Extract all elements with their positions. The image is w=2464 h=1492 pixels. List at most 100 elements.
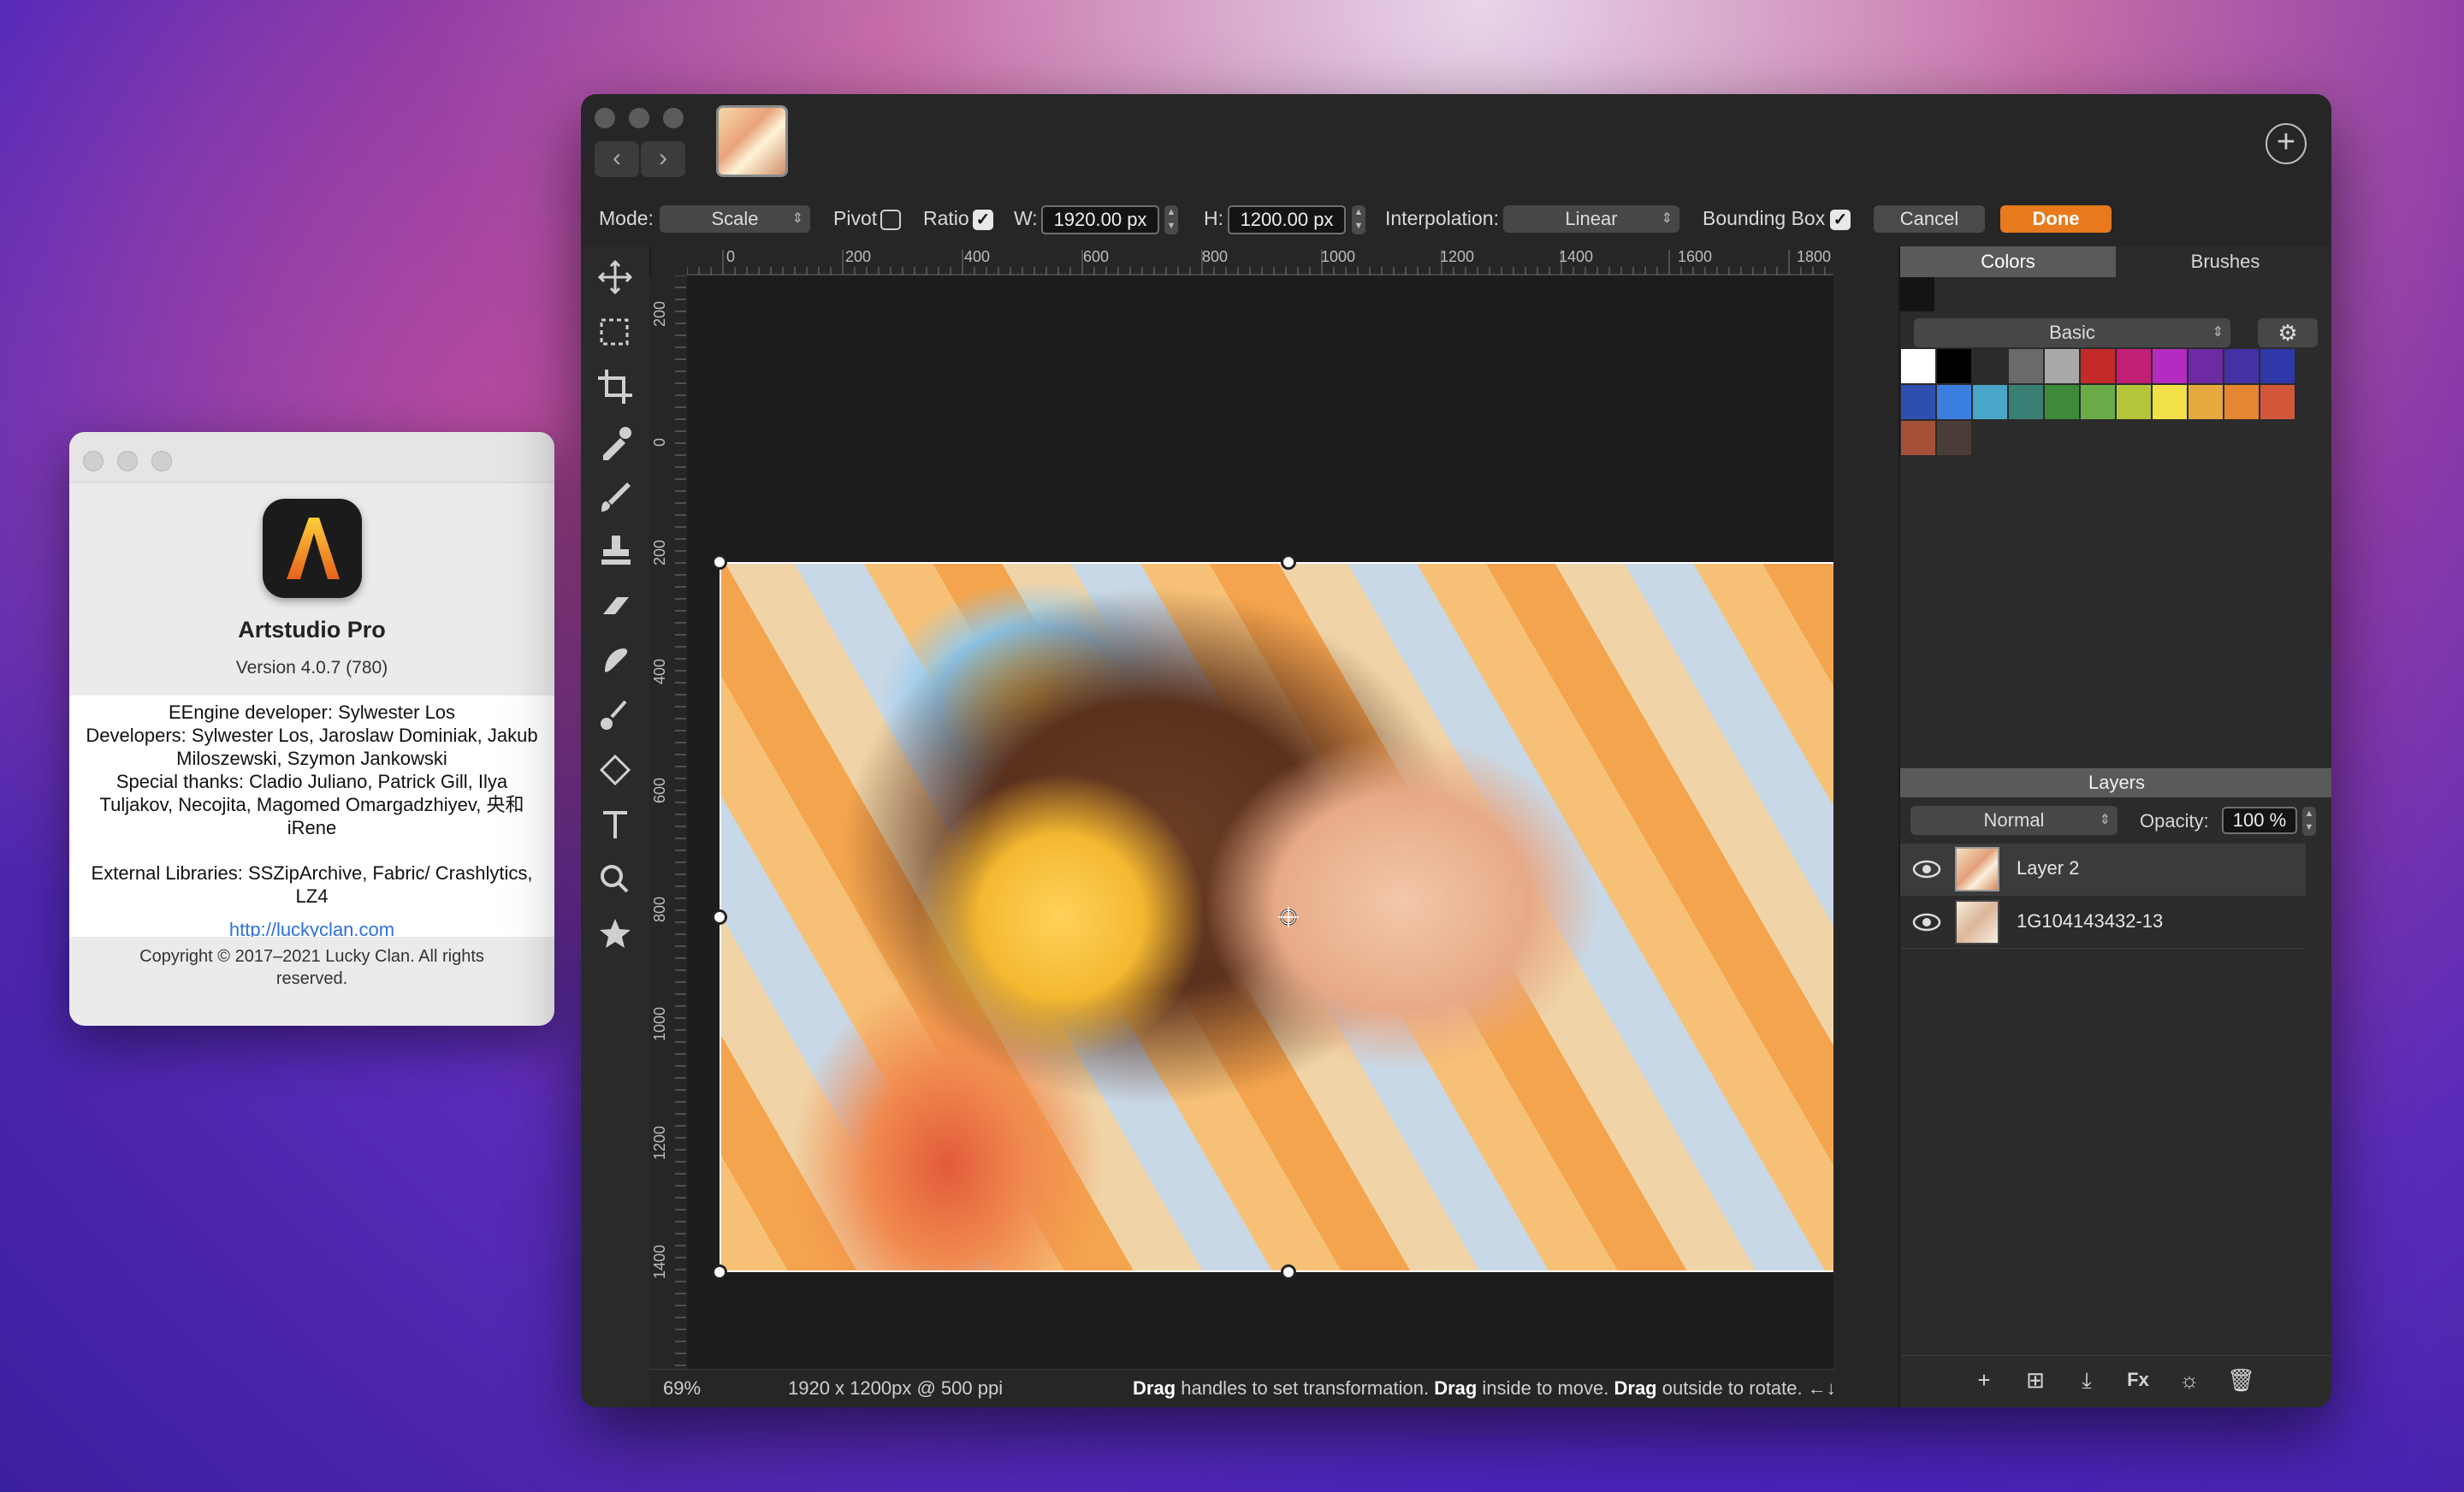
fx-icon[interactable]: Fx <box>2124 1366 2152 1394</box>
tab-brushes[interactable]: Brushes <box>2118 246 2331 277</box>
color-swatch[interactable] <box>1973 385 2007 419</box>
canvas-area[interactable] <box>687 275 1833 1369</box>
height-field[interactable]: 1200.00 px <box>1228 205 1346 234</box>
add-layer-icon[interactable]: + <box>1970 1366 1998 1394</box>
cancel-button[interactable]: Cancel <box>1874 205 1985 233</box>
right-panel: Colors Brushes Basic ⇕ ⚙ Layers Normal ⇕ O… <box>1898 246 2331 1407</box>
bounding-box-checkbox[interactable]: ✓ <box>1830 210 1851 230</box>
color-swatch[interactable] <box>2081 349 2115 383</box>
pivot-checkbox[interactable] <box>880 210 901 230</box>
forward-button[interactable]: › <box>641 141 685 177</box>
interpolation-select[interactable]: Linear ⇕ <box>1503 205 1679 233</box>
eye-icon[interactable] <box>1912 859 1941 879</box>
color-swatch[interactable] <box>2153 385 2187 419</box>
color-swatch[interactable] <box>1901 421 1935 455</box>
pivot-crosshair-icon[interactable] <box>1276 905 1300 929</box>
done-button[interactable]: Done <box>2000 205 2112 233</box>
palette-settings-gear-icon[interactable]: ⚙ <box>2258 318 2318 347</box>
website-link[interactable]: http://luckyclan.com <box>78 918 546 937</box>
handle-middle-left[interactable] <box>712 909 727 925</box>
document-thumbnail[interactable] <box>716 105 788 177</box>
color-swatch[interactable] <box>1937 385 1971 419</box>
color-swatch[interactable] <box>2045 349 2079 383</box>
move-tool-icon[interactable] <box>591 253 639 301</box>
color-swatch[interactable] <box>1937 421 1971 455</box>
status-bar: 69% 1920 x 1200px @ 500 ppi Drag handles… <box>649 1369 1835 1407</box>
opacity-stepper[interactable]: ▲ ▼ <box>2302 807 2316 836</box>
color-swatch[interactable] <box>2045 385 2079 419</box>
brush-tool-icon[interactable] <box>591 472 639 520</box>
color-swatch[interactable] <box>2224 385 2259 419</box>
chevron-updown-icon: ⇕ <box>2212 325 2224 340</box>
handle-top-middle[interactable] <box>1281 554 1296 570</box>
color-swatch[interactable] <box>2117 385 2151 419</box>
tab-colors[interactable]: Colors <box>1900 246 2116 277</box>
merge-down-icon[interactable]: ⤓ <box>2073 1366 2100 1394</box>
back-button[interactable]: ‹ <box>595 141 639 177</box>
width-field[interactable]: 1920.00 px <box>1041 205 1159 234</box>
color-swatch[interactable] <box>2260 385 2295 419</box>
chevron-updown-icon: ⇕ <box>791 211 803 226</box>
hint-part: outside to rotate. ←↓→↑ to mo <box>1661 1377 1835 1399</box>
color-swatch[interactable] <box>2260 349 2295 383</box>
close-button[interactable] <box>83 451 104 471</box>
ruler-label: 1400 <box>651 1245 668 1279</box>
adjustments-sun-icon[interactable]: ☼ <box>2176 1366 2203 1394</box>
hint-part: handles to set transformation. <box>1176 1377 1435 1399</box>
ruler-label: 1400 <box>1559 248 1593 265</box>
palette-select[interactable]: Basic ⇕ <box>1914 318 2230 347</box>
current-color[interactable] <box>1900 277 1934 311</box>
color-swatch[interactable] <box>2081 385 2115 419</box>
color-swatch[interactable] <box>1901 385 1935 419</box>
opacity-field[interactable]: 100 % <box>2222 807 2297 834</box>
layer-row[interactable]: 1G104143432-13 <box>1900 897 2306 949</box>
blend-mode-select[interactable]: Normal ⇕ <box>1910 806 2118 835</box>
eyedropper-tool-icon[interactable] <box>591 417 639 465</box>
color-swatch[interactable] <box>2224 349 2259 383</box>
zoom-button[interactable] <box>663 108 684 128</box>
ruler-label: 200 <box>651 540 668 565</box>
mode-select[interactable]: Scale ⇕ <box>660 205 810 233</box>
handle-bottom-middle[interactable] <box>1281 1264 1296 1280</box>
eraser-tool-icon[interactable] <box>591 582 639 630</box>
new-document-button[interactable]: + <box>2266 123 2307 164</box>
trash-icon[interactable]: 🗑 <box>2227 1366 2255 1394</box>
selection-tool-icon[interactable] <box>591 308 639 356</box>
color-swatch[interactable] <box>2153 349 2187 383</box>
text-tool-icon[interactable] <box>591 801 639 849</box>
color-swatch[interactable] <box>2117 349 2151 383</box>
ratio-checkbox[interactable]: ✓ <box>973 210 993 230</box>
close-button[interactable] <box>595 108 615 128</box>
tool-palette <box>581 246 651 1407</box>
handle-top-left[interactable] <box>712 554 727 570</box>
minimize-button[interactable] <box>629 108 649 128</box>
credits-thanks: Special thanks: Cladio Juliano, Patrick … <box>99 771 524 838</box>
minimize-button[interactable] <box>117 451 138 471</box>
stamp-tool-icon[interactable] <box>591 527 639 575</box>
zoom-button[interactable] <box>151 451 172 471</box>
color-swatch[interactable] <box>1901 349 1935 383</box>
mode-label: Mode: <box>599 207 654 229</box>
layer-row[interactable]: Layer 2 <box>1900 844 2306 896</box>
color-swatch[interactable] <box>2009 385 2043 419</box>
handle-bottom-left[interactable] <box>712 1264 727 1280</box>
width-stepper[interactable]: ▲ ▼ <box>1164 205 1178 234</box>
color-swatch[interactable] <box>2009 349 2043 383</box>
eye-icon[interactable] <box>1912 912 1941 932</box>
crop-tool-icon[interactable] <box>591 363 639 411</box>
liquify-tool-icon[interactable] <box>591 691 639 739</box>
color-swatch[interactable] <box>2189 385 2223 419</box>
credits-scroll[interactable]: EEngine developer: Sylwester Los Develop… <box>69 696 554 937</box>
height-stepper[interactable]: ▲ ▼ <box>1352 205 1365 234</box>
smudge-tool-icon[interactable] <box>591 636 639 684</box>
color-swatch[interactable] <box>2189 349 2223 383</box>
fill-tool-icon[interactable] <box>591 746 639 794</box>
layer-actions: + ⊞ ⤓ Fx ☼ 🗑 <box>1900 1355 2331 1399</box>
favorites-star-icon[interactable] <box>591 910 639 958</box>
color-swatch[interactable] <box>1973 349 2007 383</box>
color-swatch[interactable] <box>1937 349 1971 383</box>
ruler-label: 800 <box>651 897 668 922</box>
width-label: W: <box>1014 207 1038 229</box>
zoom-tool-icon[interactable] <box>591 856 639 903</box>
add-group-icon[interactable]: ⊞ <box>2022 1366 2049 1394</box>
